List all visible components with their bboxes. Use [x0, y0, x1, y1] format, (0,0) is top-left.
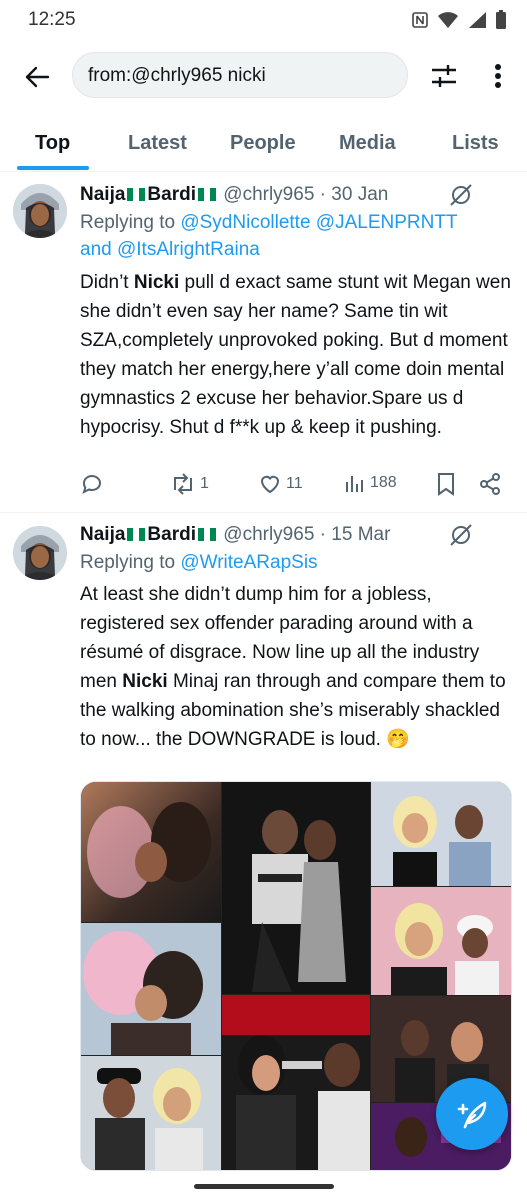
- more-vertical-icon: [495, 64, 501, 88]
- back-button[interactable]: [20, 60, 54, 94]
- user-handle[interactable]: @chrly965: [223, 184, 314, 205]
- like-count: 11: [286, 475, 303, 492]
- photo-content: [222, 782, 370, 994]
- wifi-icon: [438, 12, 458, 28]
- signal-icon: [469, 12, 486, 28]
- media-photo[interactable]: [81, 923, 221, 1055]
- sliders-icon: [432, 65, 456, 87]
- tweet-text: At least she didn’t dump him for a joble…: [80, 584, 506, 750]
- views-chart-icon: [346, 476, 363, 492]
- media-photo[interactable]: [222, 782, 370, 994]
- nfc-icon: [412, 12, 428, 28]
- media-photo[interactable]: [81, 1056, 221, 1170]
- tab-top[interactable]: Top: [35, 132, 70, 155]
- grok-icon[interactable]: [448, 522, 474, 548]
- grok-icon[interactable]: [448, 182, 474, 208]
- photo-content: [371, 887, 511, 995]
- share-icon: [480, 473, 500, 495]
- view-count: 188: [370, 474, 397, 491]
- search-filter-button[interactable]: [428, 60, 460, 92]
- share-button[interactable]: [478, 472, 502, 496]
- tweet[interactable]: Naija Bardi @chrly965 · 30 Jan Replying t…: [0, 174, 527, 512]
- search-input[interactable]: from:@chrly965 nicki: [72, 52, 408, 98]
- reply-mention-link[interactable]: @WriteARapSis: [180, 552, 317, 573]
- search-query: from:@chrly965 nicki: [88, 65, 266, 86]
- media-photo[interactable]: [222, 995, 370, 1170]
- nigeria-flag-icon: [127, 528, 146, 541]
- reply-mention-link[interactable]: @SydNicollette @JALENPRNTT: [180, 212, 457, 233]
- search-header: from:@chrly965 nicki: [0, 48, 527, 104]
- avatar[interactable]: [13, 184, 67, 238]
- tweet-actions: 1 11 188: [80, 472, 510, 502]
- highlight-term: Nicki: [122, 671, 168, 692]
- home-indicator: [194, 1184, 334, 1189]
- heart-icon: [260, 475, 280, 494]
- nigeria-flag-icon: [198, 528, 216, 541]
- photo-content: [81, 923, 221, 1055]
- avatar-image: [13, 526, 67, 580]
- bookmark-icon: [438, 473, 454, 496]
- more-options-button[interactable]: [484, 60, 512, 92]
- nigeria-flag-icon: [198, 188, 216, 201]
- nigeria-flag-icon: [127, 188, 146, 201]
- tweet-header: Naija Bardi @chrly965 · 15 Mar: [80, 524, 390, 546]
- retweet-button[interactable]: 1: [170, 472, 209, 496]
- media-photo[interactable]: [371, 782, 511, 886]
- views-button[interactable]: 188: [344, 472, 397, 494]
- photo-content: [87, 802, 211, 898]
- media-photo[interactable]: [81, 782, 221, 922]
- active-tab-indicator: [17, 166, 89, 170]
- bookmark-button[interactable]: [435, 472, 457, 496]
- reply-mention-link[interactable]: @ItsAlrightRaina: [117, 239, 260, 260]
- tweet-divider: [0, 512, 527, 513]
- retweet-icon: [174, 473, 192, 495]
- tweet-text: Didn’t Nicki pull d exact same stunt wit…: [80, 272, 511, 438]
- photo-content: [81, 1056, 221, 1170]
- tab-latest[interactable]: Latest: [128, 132, 187, 155]
- search-tabs: Top Latest People Media Lists: [0, 118, 527, 172]
- highlight-term: Nicki: [133, 272, 180, 293]
- tweet-header: Naija Bardi @chrly965 · 30 Jan: [80, 184, 388, 206]
- display-name[interactable]: Naija Bardi: [80, 524, 218, 545]
- battery-icon: [496, 10, 506, 29]
- user-handle[interactable]: @chrly965: [223, 524, 314, 545]
- back-arrow-icon: [25, 66, 50, 88]
- tab-media[interactable]: Media: [339, 132, 396, 155]
- tab-lists[interactable]: Lists: [452, 132, 499, 155]
- status-icons: [411, 10, 507, 30]
- compose-feather-icon: [457, 1101, 487, 1129]
- replying-to: Replying to @SydNicollette @JALENPRNTT a…: [80, 212, 458, 260]
- display-name[interactable]: Naija Bardi: [80, 184, 218, 205]
- status-time: 12:25: [28, 9, 76, 30]
- tweet-date: · 15 Mar: [319, 524, 391, 545]
- status-bar: 12:25: [0, 0, 527, 44]
- photo-content: [371, 782, 511, 886]
- retweet-count: 1: [200, 475, 209, 492]
- reply-icon: [82, 475, 101, 494]
- photo-content: [222, 995, 370, 1170]
- replying-to: Replying to @WriteARapSis: [80, 552, 318, 573]
- avatar-image: [13, 184, 67, 238]
- tweet-date: · 30 Jan: [319, 184, 389, 205]
- reply-button[interactable]: [80, 472, 104, 496]
- like-button[interactable]: 11: [258, 472, 303, 496]
- tab-people[interactable]: People: [230, 132, 296, 155]
- media-photo[interactable]: [371, 887, 511, 995]
- avatar[interactable]: [13, 526, 67, 580]
- compose-tweet-button[interactable]: [436, 1078, 508, 1150]
